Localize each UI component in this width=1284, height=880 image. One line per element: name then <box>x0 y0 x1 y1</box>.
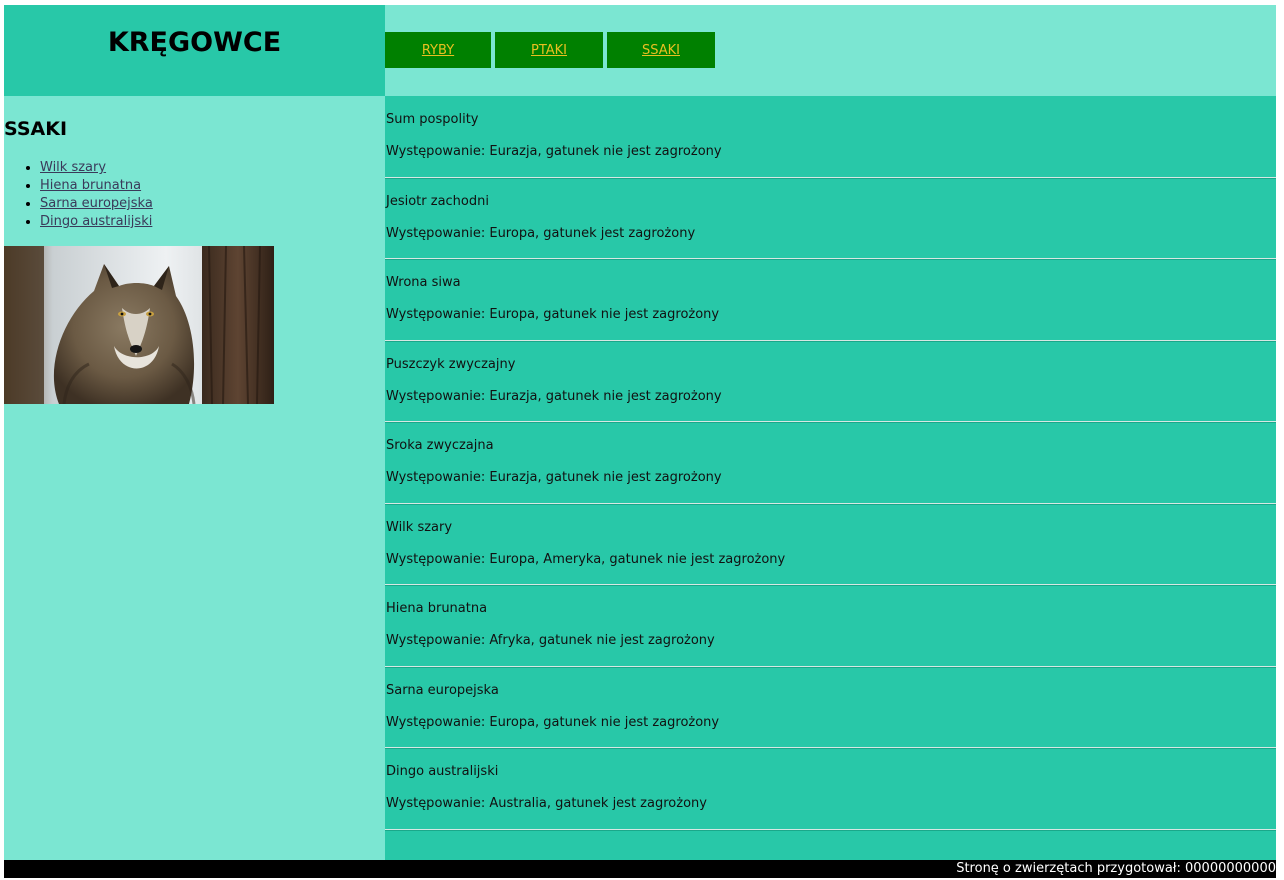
list-item: Wrona siwa Występowanie: Europa, gatunek… <box>385 259 1276 341</box>
menu-link-ptaki[interactable]: PTAKI <box>495 32 603 68</box>
wolf-image-icon <box>4 246 274 404</box>
page: KRĘGOWCE RYBY PTAKI SSAKI SSAKI Wilk sza… <box>4 5 1276 878</box>
animal-description: Występowanie: Eurazja, gatunek nie jest … <box>386 470 722 485</box>
animal-name: Dingo australijski <box>386 764 499 779</box>
list-item: Hiena brunatna Występowanie: Afryka, gat… <box>385 585 1276 667</box>
animal-list: Sum pospolity Występowanie: Eurazja, gat… <box>385 96 1276 860</box>
mammal-link-list: Wilk szary Hiena brunatna Sarna europejs… <box>4 159 153 231</box>
logo-banner: KRĘGOWCE <box>4 5 385 96</box>
link-dingo-australijski[interactable]: Dingo australijski <box>40 214 152 229</box>
animal-description: Występowanie: Eurazja, gatunek nie jest … <box>386 388 722 404</box>
animal-name: Sarna europejska <box>386 682 499 698</box>
footer: Stronę o zwierzętach przygotował: 000000… <box>4 860 1276 878</box>
menu-link-ssaki[interactable]: SSAKI <box>607 32 715 68</box>
animal-description: Występowanie: Europa, gatunek jest zagro… <box>386 225 696 241</box>
list-item: Jesiotr zachodni Występowanie: Europa, g… <box>385 178 1276 259</box>
animal-description: Występowanie: Eurazja, gatunek nie jest … <box>386 144 722 159</box>
animal-description: Występowanie: Europa, gatunek nie jest z… <box>386 714 720 730</box>
animal-description: Występowanie: Australia, gatunek jest za… <box>386 796 707 811</box>
link-hiena-brunatna[interactable]: Hiena brunatna <box>40 178 141 193</box>
animal-name: Sum pospolity <box>386 112 479 127</box>
animal-description: Występowanie: Europa, Ameryka, gatunek n… <box>386 551 786 567</box>
animal-name: Puszczyk zwyczajny <box>386 356 516 372</box>
list-item: Wilk szary Występowanie: Europa, Ameryka… <box>385 504 1276 585</box>
animal-name: Wrona siwa <box>386 275 461 290</box>
list-item: Puszczyk zwyczajny Występowanie: Eurazja… <box>385 341 1276 422</box>
link-wilk-szary[interactable]: Wilk szary <box>40 160 106 175</box>
animal-name: Hiena brunatna <box>386 601 488 616</box>
page-title: KRĘGOWCE <box>107 27 282 58</box>
section-heading: SSAKI <box>4 118 68 140</box>
animal-description: Występowanie: Afryka, gatunek nie jest z… <box>386 633 715 648</box>
menu-link-ryby[interactable]: RYBY <box>385 32 491 68</box>
list-item: Hiena brunatna <box>40 177 153 195</box>
list-item: Sarna europejska <box>40 195 153 213</box>
left-panel: SSAKI Wilk szary Hiena brunatna Sarna eu… <box>4 96 385 860</box>
list-item: Dingo australijski Występowanie: Austral… <box>385 748 1276 830</box>
list-item: Sroka zwyczajna Występowanie: Eurazja, g… <box>385 422 1276 504</box>
animal-name: Wilk szary <box>386 519 453 535</box>
list-item: Sum pospolity Występowanie: Eurazja, gat… <box>385 96 1276 178</box>
animal-description: Występowanie: Europa, gatunek nie jest z… <box>386 307 720 322</box>
list-item: Wilk szary <box>40 159 153 177</box>
link-sarna-europejska[interactable]: Sarna europejska <box>40 196 153 211</box>
menu-banner: RYBY PTAKI SSAKI <box>385 5 1276 96</box>
list-item: Sarna europejska Występowanie: Europa, g… <box>385 667 1276 748</box>
list-item: Dingo australijski <box>40 213 153 231</box>
wolf-photo <box>4 246 274 404</box>
animal-name: Sroka zwyczajna <box>386 438 494 453</box>
animal-name: Jesiotr zachodni <box>386 193 489 209</box>
